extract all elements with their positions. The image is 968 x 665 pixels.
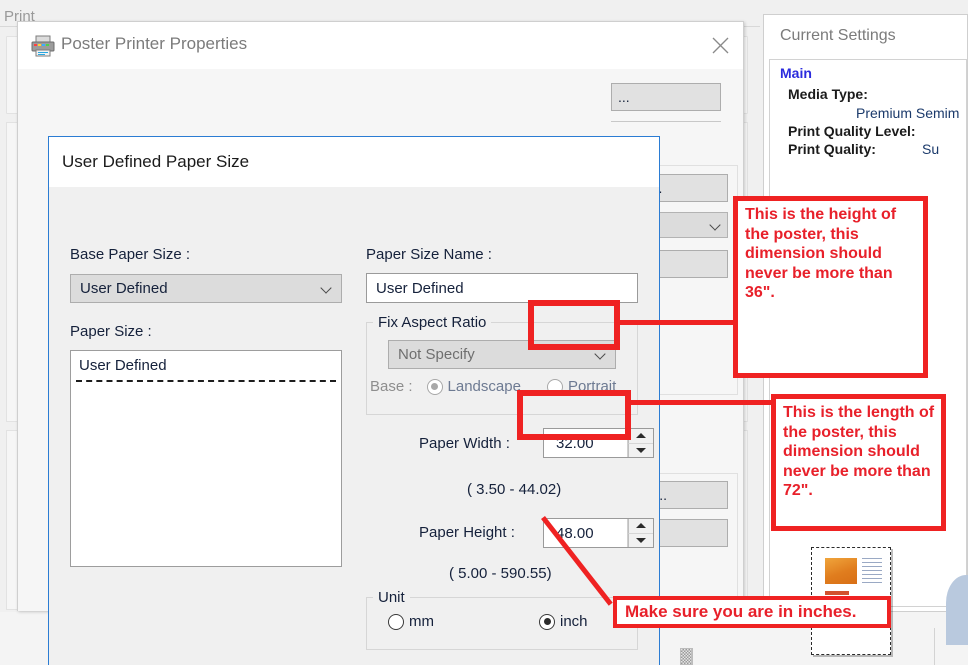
highlight-paper-width: [528, 300, 620, 350]
highlight-paper-height: [517, 390, 631, 440]
current-settings-section-main: Main: [780, 65, 812, 81]
annotation-inches: Make sure you are in inches.: [613, 596, 891, 628]
dialog-header: User Defined Paper Size: [49, 137, 659, 187]
paper-width-spin-buttons[interactable]: [628, 429, 653, 457]
window-title: Poster Printer Properties: [61, 34, 248, 53]
paper-height-label: Paper Height :: [419, 524, 515, 541]
paper-height-range: ( 5.00 - 590.55): [449, 565, 552, 582]
paper-width-range: ( 3.50 - 44.02): [467, 481, 562, 498]
thumbnail-text-lines: [862, 558, 882, 584]
fix-aspect-ratio-value: Not Specify: [398, 346, 475, 363]
annotation-length-text: This is the length of the poster, this d…: [783, 404, 935, 500]
close-x-glyph: [712, 37, 728, 53]
dialog-title: User Defined Paper Size: [62, 152, 250, 171]
radio-mm[interactable]: mm: [388, 613, 434, 630]
current-settings-key-print-quality-level: Print Quality Level:: [788, 123, 916, 139]
screenshot-root: Print Print Preview Ink Levels Current S…: [0, 0, 968, 665]
base-paper-size-value: User Defined: [80, 280, 168, 297]
current-settings-key-media-type: Media Type:: [788, 86, 868, 102]
side-divider: [611, 121, 721, 122]
poster-printer-properties-window: Poster Printer Properties ... ings... nk…: [17, 21, 744, 665]
annotation-inches-text: Make sure you are in inches.: [625, 602, 857, 621]
leader-line-height-annotation: [620, 320, 735, 325]
current-settings-value-print-quality: Su: [922, 141, 940, 157]
paper-size-name-input[interactable]: User Defined: [366, 273, 638, 303]
paper-height-spin-buttons[interactable]: [628, 519, 653, 547]
unit-legend: Unit: [373, 589, 410, 606]
side-button-top[interactable]: ...: [611, 83, 721, 111]
current-settings-title: Current Settings: [780, 27, 896, 44]
window-body: ... ings... nk ng... otion... ed... User…: [18, 69, 743, 665]
radio-inch[interactable]: inch: [539, 613, 588, 630]
leader-line-length-annotation: [631, 400, 771, 405]
current-settings-key-print-quality: Print Quality:: [788, 141, 876, 157]
radio-inch-label: inch: [560, 613, 588, 630]
radio-mm-button[interactable]: [388, 613, 404, 630]
spin-down-icon[interactable]: [628, 443, 653, 457]
paper-size-label: Paper Size :: [70, 323, 152, 340]
radio-landscape-label: Landscape: [447, 378, 521, 395]
list-separator: [76, 380, 336, 382]
right-controls-column: ...: [611, 83, 731, 134]
spin-down-icon[interactable]: [628, 533, 653, 547]
thumbnail-image: [825, 558, 857, 584]
close-icon[interactable]: [697, 22, 743, 68]
thumbnail-heading: [825, 591, 849, 595]
radio-mm-label: mm: [409, 613, 434, 630]
spin-up-icon[interactable]: [628, 429, 653, 444]
aspect-base-label: Base :: [370, 378, 413, 395]
annotation-length: This is the length of the poster, this d…: [771, 394, 946, 531]
list-item[interactable]: User Defined: [79, 357, 167, 374]
fix-aspect-ratio-legend: Fix Aspect Ratio: [373, 314, 492, 331]
annotation-height-text: This is the height of the poster, this d…: [745, 206, 897, 302]
paper-size-name-label: Paper Size Name :: [366, 246, 492, 263]
paper-size-listbox[interactable]: User Defined: [70, 350, 342, 567]
paper-width-label: Paper Width :: [419, 435, 510, 452]
chevron-down-icon: [595, 349, 606, 360]
spin-up-icon[interactable]: [628, 519, 653, 534]
base-paper-size-label: Base Paper Size :: [70, 246, 191, 263]
printer-icon: [31, 35, 55, 57]
background-decoration: [946, 575, 968, 645]
radio-inch-button[interactable]: [539, 613, 555, 630]
radio-landscape-button[interactable]: [426, 378, 443, 395]
base-paper-size-combo[interactable]: User Defined: [70, 274, 342, 303]
chevron-down-icon: [710, 220, 721, 231]
annotation-height: This is the height of the poster, this d…: [733, 196, 928, 378]
ink-cartridge-icon: [680, 648, 693, 665]
window-title-bar: Poster Printer Properties: [18, 22, 743, 69]
radio-landscape[interactable]: Landscape: [426, 378, 521, 395]
chevron-down-icon: [321, 283, 332, 294]
current-settings-value-media-type: Premium Semim: [856, 105, 960, 121]
